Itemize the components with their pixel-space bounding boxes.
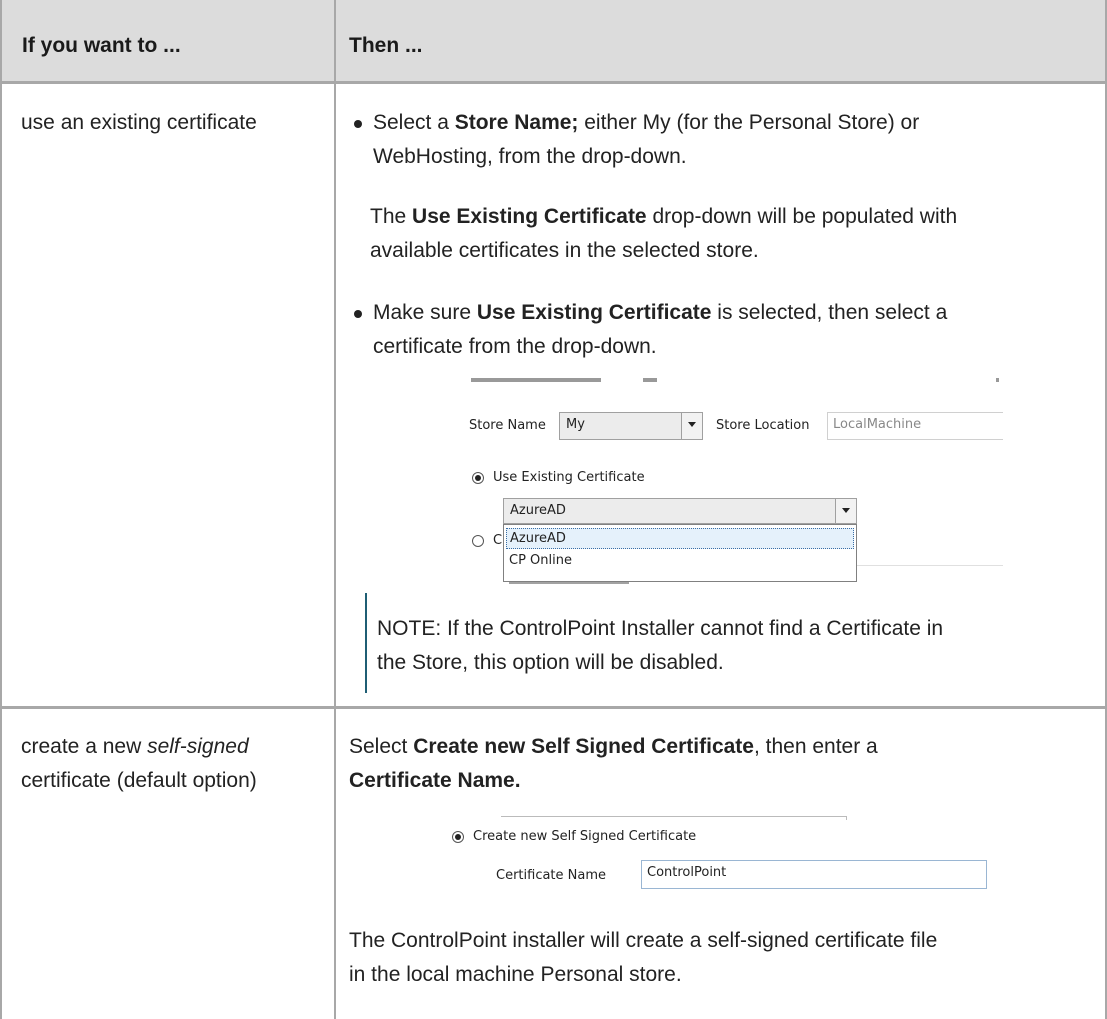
- dropdown-option-azuread[interactable]: AzureAD: [506, 528, 854, 549]
- dropdown-option-cp-online[interactable]: CP Online: [506, 551, 854, 572]
- store-location-field[interactable]: LocalMachine: [827, 412, 1003, 440]
- certificate-name-field[interactable]: ControlPoint: [641, 860, 987, 889]
- store-name-combo[interactable]: My: [559, 412, 703, 440]
- existing-certificate-value: AzureAD: [510, 503, 566, 518]
- row1-bullet1-line2: WebHosting, from the drop-down.: [373, 145, 687, 168]
- certificate-name-label: Certificate Name: [496, 868, 607, 883]
- row1-bullet1-line1: Select a Store Name; either My (for the …: [373, 111, 920, 134]
- certificate-dropdown-list: AzureAD CP Online: [503, 524, 857, 582]
- row2-result-line2: in the local machine Personal store.: [349, 963, 682, 986]
- row1-condition: use an existing certificate: [21, 111, 257, 134]
- store-location-label: Store Location: [716, 418, 810, 433]
- store-location-value: LocalMachine: [833, 417, 922, 432]
- certificate-name-value: ControlPoint: [647, 865, 727, 880]
- bullet-dot: [354, 120, 362, 128]
- create-new-radio[interactable]: [472, 535, 484, 547]
- use-existing-label: Use Existing Certificate: [493, 470, 645, 485]
- certificate-selection-screenshot: Store Name My Store Location LocalMachin…: [463, 378, 1003, 584]
- header-then: Then ...: [349, 34, 423, 57]
- self-signed-screenshot: Create new Self Signed Certificate Certi…: [439, 816, 1007, 902]
- underlying-divider: [857, 565, 1003, 566]
- cropped-control-above: [501, 816, 847, 820]
- create-new-radio[interactable]: [452, 831, 464, 843]
- note-line1: NOTE: If the ControlPoint Installer cann…: [377, 617, 944, 640]
- use-existing-radio[interactable]: [472, 472, 484, 484]
- table-border-left: [0, 0, 2, 1019]
- existing-certificate-combo[interactable]: AzureAD: [503, 498, 857, 524]
- row2-condition-line2: certificate (default option): [21, 769, 257, 792]
- row2-instruction-line2: Certificate Name.: [349, 769, 521, 792]
- row2-condition-line1: create a new self-signed: [21, 735, 249, 758]
- chevron-down-icon[interactable]: [835, 499, 856, 523]
- note-bar: [365, 593, 367, 693]
- row1-bullet2-line1: Make sure Use Existing Certificate is se…: [373, 301, 948, 324]
- cropped-heading: [463, 378, 1003, 390]
- row1-bullet2-line2: certificate from the drop-down.: [373, 335, 657, 358]
- row-divider: [0, 706, 1107, 709]
- chevron-down-icon[interactable]: [681, 413, 702, 439]
- header-divider: [0, 81, 1107, 84]
- store-name-label: Store Name: [469, 418, 546, 433]
- row2-result-line1: The ControlPoint installer will create a…: [349, 929, 938, 952]
- row1-para-line1: The Use Existing Certificate drop-down w…: [370, 205, 958, 228]
- column-divider: [334, 0, 336, 1019]
- bullet-dot: [354, 310, 362, 318]
- create-new-label: Create new Self Signed Certificate: [473, 829, 697, 844]
- note-line2: the Store, this option will be disabled.: [377, 651, 724, 674]
- row2-instruction-line1: Select Create new Self Signed Certificat…: [349, 735, 878, 758]
- instructions-table: If you want to ... Then ... use an exist…: [0, 0, 1107, 1019]
- store-name-value: My: [566, 417, 585, 432]
- header-if-you-want-to: If you want to ...: [22, 34, 181, 57]
- row1-para-line2: available certificates in the selected s…: [370, 239, 759, 262]
